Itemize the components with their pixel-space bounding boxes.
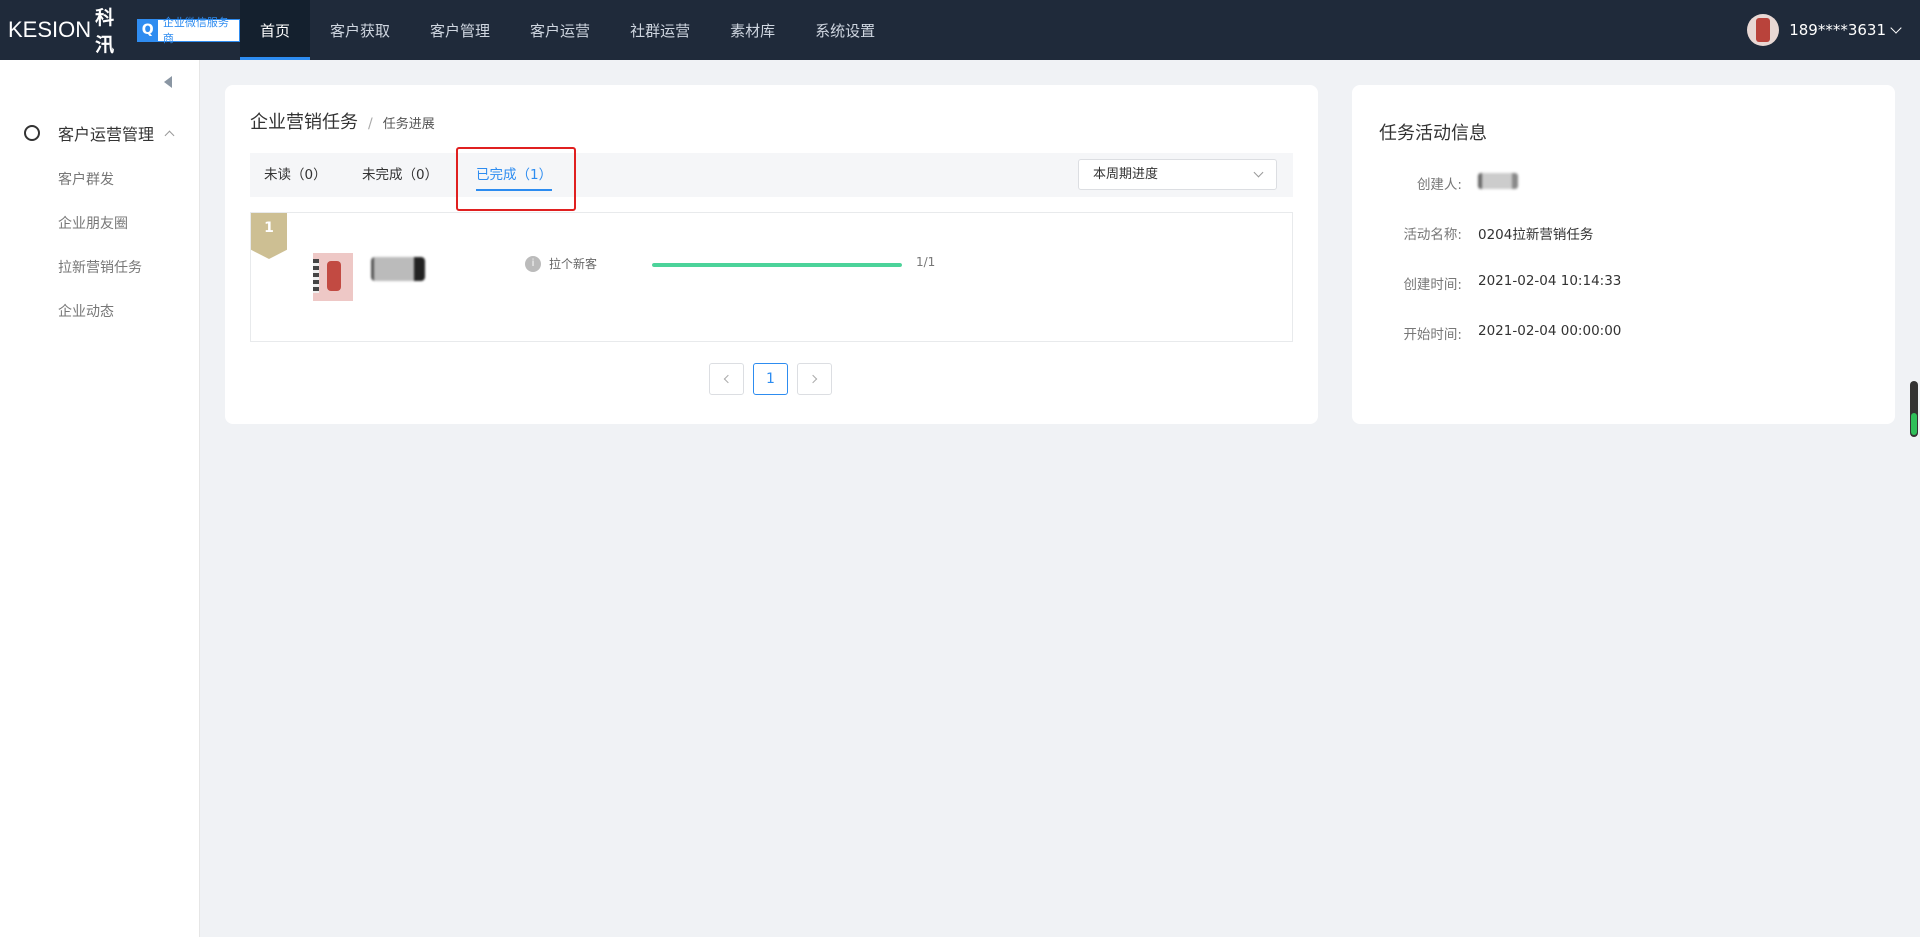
collapse-sidebar-icon[interactable] [164,76,172,88]
nav-item-settings[interactable]: 系统设置 [795,0,895,60]
brand-logo[interactable]: KESION 科汛 Q 企业微信服务商 [0,0,240,60]
nav-item-customers[interactable]: 客户管理 [410,0,510,60]
main-nav: 首页 客户获取 客户管理 客户运营 社群运营 素材库 系统设置 [240,0,895,60]
avatar [1747,14,1780,46]
breadcrumb-current: 任务进展 [382,117,435,132]
info-key: 创建时间: [1403,277,1462,293]
info-value [1478,173,1518,189]
sidebar-item-referral-task[interactable]: 拉新营销任务 [0,246,200,290]
logo-badge-text: 企业微信服务商 [162,16,229,45]
tab-incomplete[interactable]: 未完成（0） [362,153,438,197]
sidebar: 客户运营管理 客户群发 企业朋友圈 拉新营销任务 企业动态 [0,60,200,937]
progress-fill [652,263,902,267]
chevron-left-icon [723,374,733,384]
chevron-right-icon [808,374,818,384]
member-name-blurred [371,257,425,281]
nav-item-label: 社群运营 [630,21,691,40]
info-value: 0204拉新营销任务 [1478,227,1594,243]
period-select[interactable]: 本周期进度 [1078,159,1277,190]
tab-unread[interactable]: 未读（0） [264,153,327,197]
sidebar-group-operations: 客户运营管理 客户群发 企业朋友圈 拉新营销任务 企业动态 [0,118,200,334]
creator-name-blurred [1478,173,1518,189]
sidebar-item-moments[interactable]: 企业朋友圈 [0,202,200,246]
nav-item-materials[interactable]: 素材库 [710,0,795,60]
nav-item-label: 系统设置 [815,21,876,40]
period-select-value: 本周期进度 [1093,167,1159,182]
breadcrumb-separator: / [368,116,373,132]
info-row-created-time: 创建时间: 2021-02-04 10:14:33 [1352,273,1895,293]
info-key: 创建人: [1416,177,1462,193]
logo-text: KESION [8,17,92,42]
nav-item-acquire[interactable]: 客户获取 [310,0,410,60]
breadcrumb-root[interactable]: 企业营销任务 [250,108,358,134]
breadcrumb: 企业营销任务 / 任务进展 [250,108,435,134]
page-number[interactable]: 1 [753,363,788,395]
user-menu[interactable]: 189****3631 [1747,0,1902,60]
tab-completed[interactable]: 已完成（1） [476,153,553,197]
info-row-creator: 创建人: [1352,173,1895,193]
next-page-button[interactable] [797,363,832,395]
wechat-work-icon: Q [137,19,158,41]
info-row-activity-name: 活动名称: 0204拉新营销任务 [1352,223,1895,243]
user-name: 189****3631 [1789,21,1886,39]
member-avatar [313,253,353,301]
top-navbar: KESION 科汛 Q 企业微信服务商 首页 客户获取 客户管理 客户运营 社群… [0,0,1920,60]
pagination: 1 [709,363,841,395]
nav-item-operations[interactable]: 客户运营 [510,0,610,60]
sidebar-group-header[interactable]: 客户运营管理 [0,118,200,148]
chevron-down-icon [1253,167,1264,178]
activity-info-card: 任务活动信息 创建人: 活动名称: 0204拉新营销任务 创建时间: 2021-… [1352,85,1895,424]
sidebar-item-company-news[interactable]: 企业动态 [0,290,200,334]
progress-bar [652,263,902,267]
nav-item-label: 首页 [260,21,291,40]
logo-badge: Q 企业微信服务商 [136,16,240,45]
info-key: 开始时间: [1403,327,1462,343]
info-value: 2021-02-04 10:14:33 [1478,273,1622,289]
rank-badge: 1 [251,213,287,259]
sidebar-group-label: 客户运营管理 [58,125,155,144]
chevron-down-icon [1890,22,1902,34]
info-row-start-time: 开始时间: 2021-02-04 00:00:00 [1352,323,1895,343]
logo-cn: 科汛 [95,7,115,56]
info-value: 2021-02-04 00:00:00 [1478,323,1622,339]
task-progress-card: 企业营销任务 / 任务进展 未读（0） 未完成（0） 已完成（1） 本周期进度 … [225,85,1318,424]
progress-ratio: 1/1 [916,255,936,269]
info-title: 任务活动信息 [1379,123,1487,144]
nav-item-label: 素材库 [730,21,776,40]
nav-item-community[interactable]: 社群运营 [610,0,710,60]
nav-item-home[interactable]: 首页 [240,0,311,60]
chevron-up-icon [164,130,175,140]
info-icon: i [525,256,541,272]
nav-item-label: 客户管理 [430,21,491,40]
scroll-indicator[interactable] [1910,381,1918,437]
task-label: 拉个新客 [549,257,598,271]
nav-item-label: 客户运营 [530,21,591,40]
nav-item-label: 客户获取 [330,21,391,40]
operations-icon [24,125,40,141]
sidebar-item-mass-message[interactable]: 客户群发 [0,158,200,202]
prev-page-button[interactable] [709,363,744,395]
info-key: 活动名称: [1403,227,1462,243]
table-row: 1 i 拉个新客 1/1 [250,212,1293,342]
